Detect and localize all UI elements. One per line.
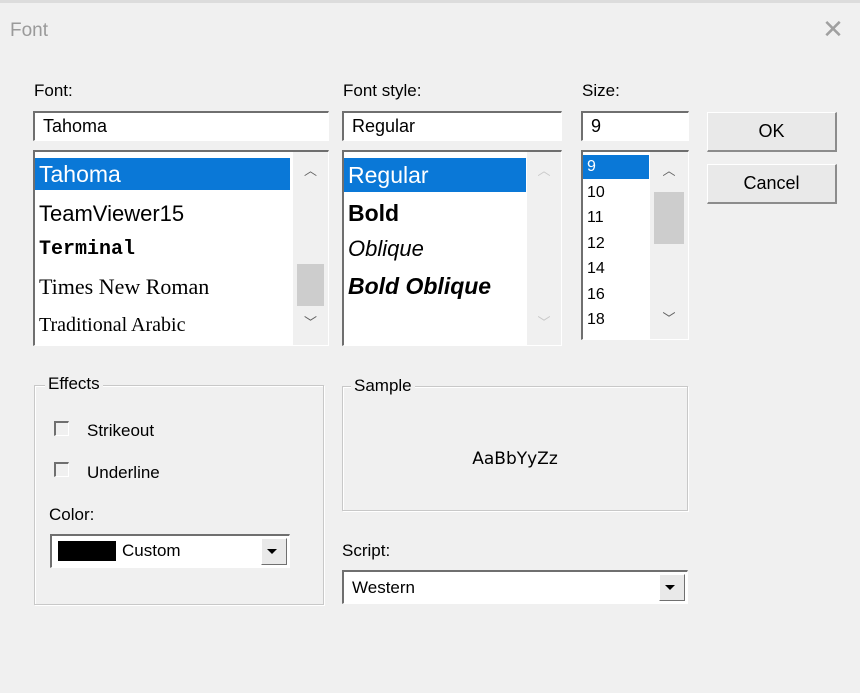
chevron-up-icon: ︿: [537, 163, 551, 178]
size-list-item[interactable]: 9: [583, 155, 649, 179]
size-list-item[interactable]: 16: [583, 283, 649, 307]
font-label: Font:: [34, 81, 73, 100]
window-top-border: [0, 0, 860, 3]
dropdown-arrow-icon[interactable]: [659, 574, 685, 601]
chevron-up-icon[interactable]: ︿: [293, 160, 328, 179]
font-style-input[interactable]: Regular: [342, 111, 562, 141]
font-list-item[interactable]: Tahoma: [35, 158, 290, 190]
color-swatch: [58, 541, 116, 561]
font-list-item[interactable]: TeamViewer15: [35, 196, 290, 232]
size-list-item[interactable]: 10: [583, 181, 649, 205]
font-style-list-item[interactable]: Oblique: [344, 232, 526, 266]
scrollbar-thumb[interactable]: [654, 192, 684, 244]
cancel-button[interactable]: Cancel: [707, 164, 837, 204]
font-list-item[interactable]: Times New Roman: [35, 269, 290, 305]
script-select[interactable]: Western: [342, 570, 688, 604]
scrollbar-thumb[interactable]: [297, 264, 324, 306]
font-list-item[interactable]: Traditional Arabic: [35, 307, 290, 343]
font-style-scrollbar[interactable]: ︿ ﹀: [527, 152, 561, 345]
underline-checkbox[interactable]: [54, 462, 69, 477]
dialog-title: Font: [10, 20, 49, 41]
chevron-down-icon[interactable]: ﹀: [293, 312, 328, 331]
underline-label[interactable]: Underline: [87, 463, 160, 483]
size-list-item[interactable]: 14: [583, 257, 649, 281]
font-list[interactable]: Tahoma TeamViewer15 Terminal Times New Roma…: [33, 150, 329, 346]
font-style-list-item[interactable]: Regular: [344, 158, 526, 192]
font-style-list[interactable]: Regular Bold Oblique Bold Oblique ︿ ﹀: [342, 150, 562, 346]
size-list-item[interactable]: 11: [583, 206, 649, 230]
size-input[interactable]: 9: [581, 111, 689, 141]
font-name-input[interactable]: Tahoma: [33, 111, 329, 141]
size-list-item[interactable]: 18: [583, 308, 649, 332]
color-label: Color:: [49, 505, 95, 524]
effects-legend: Effects: [45, 374, 103, 394]
strikeout-checkbox[interactable]: [54, 421, 69, 436]
dropdown-arrow-icon[interactable]: [261, 538, 287, 565]
strikeout-label[interactable]: Strikeout: [87, 421, 154, 441]
sample-text: AaBbYyZz: [472, 449, 558, 469]
color-select[interactable]: Custom: [50, 534, 290, 568]
size-list-item[interactable]: 12: [583, 232, 649, 256]
font-style-list-item[interactable]: Bold: [344, 196, 526, 230]
close-icon[interactable]: ✕: [818, 14, 848, 44]
sample-legend: Sample: [351, 376, 415, 396]
color-value: Custom: [122, 541, 181, 560]
size-list-scrollbar[interactable]: ︿ ﹀: [650, 152, 688, 339]
size-label: Size:: [582, 81, 620, 100]
size-list[interactable]: 9 10 11 12 14 16 18 ︿ ﹀: [581, 150, 689, 340]
font-list-scrollbar[interactable]: ︿ ﹀: [293, 152, 328, 345]
chevron-down-icon: ﹀: [537, 315, 551, 330]
chevron-down-icon[interactable]: ﹀: [650, 308, 688, 327]
font-style-label: Font style:: [343, 81, 422, 100]
chevron-up-icon[interactable]: ︿: [650, 160, 688, 179]
font-list-item[interactable]: Terminal: [35, 232, 290, 268]
font-style-list-item[interactable]: Bold Oblique: [344, 269, 526, 303]
effects-group: [34, 385, 324, 605]
script-value: Western: [352, 578, 415, 597]
ok-button[interactable]: OK: [707, 112, 837, 152]
script-label: Script:: [342, 541, 391, 560]
